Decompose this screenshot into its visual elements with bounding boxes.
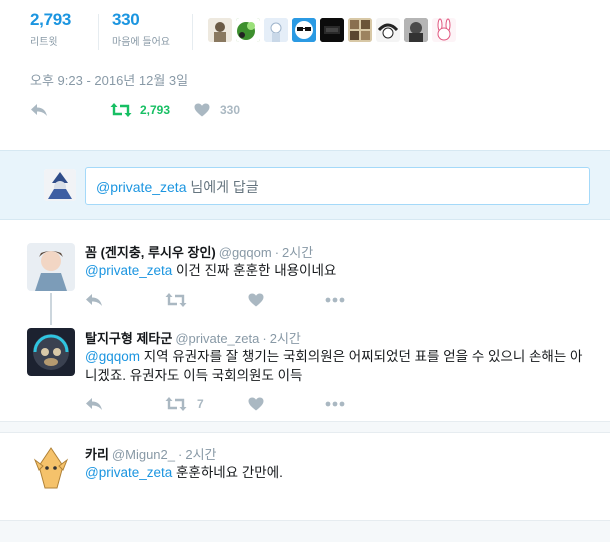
mention-link[interactable]: @private_zeta — [85, 263, 172, 278]
like-button[interactable] — [248, 290, 272, 310]
mention-link[interactable]: @private_zeta — [85, 465, 172, 480]
liker-avatar[interactable] — [348, 18, 372, 42]
reply-button[interactable] — [85, 290, 103, 310]
display-name[interactable]: 탈지구형 제타군 — [85, 331, 172, 346]
more-button[interactable] — [325, 290, 345, 310]
tweet-time[interactable]: 2시간 — [185, 447, 216, 462]
tweet-time[interactable]: 2시간 — [282, 245, 313, 260]
tweet-text: @private_zeta 훈훈하네요 간만에. — [85, 463, 590, 482]
more-icon — [325, 297, 345, 303]
display-name[interactable]: 꼼 (겐지충, 루시우 장인) — [85, 245, 216, 260]
username[interactable]: @private_zeta — [175, 331, 259, 346]
stat-divider — [192, 14, 193, 50]
display-name[interactable]: 카리 — [85, 447, 109, 462]
tweet-actions: 2,793 330 — [30, 100, 330, 122]
user-avatar[interactable] — [44, 169, 76, 201]
like-stat-count: 330 — [112, 10, 140, 29]
reply-button[interactable] — [85, 394, 103, 414]
like-stat[interactable]: 330 마음에 들어요 — [112, 10, 170, 48]
liker-avatar[interactable] — [432, 18, 456, 42]
retweet-button[interactable]: 2,793 — [110, 100, 170, 120]
tweet-header: 꼼 (겐지충, 루시우 장인) @gqqom · 2시간 — [85, 245, 314, 260]
reply-tweet[interactable]: 탈지구형 제타군 @private_zeta · 2시간 @gqqom 지역 유권자를… — [0, 318, 610, 424]
tweet-text: @private_zeta 이건 진짜 훈훈한 내용이네요 — [85, 261, 590, 280]
reply-tweet[interactable]: 카리 @Migun2_ · 2시간 @private_zeta 훈훈하네요 간만에. — [0, 434, 610, 524]
retweet-button[interactable] — [165, 290, 195, 310]
tweet-timestamp[interactable]: 오후 9:23 - 2016년 12월 3일 — [30, 70, 188, 89]
liker-avatar[interactable] — [236, 18, 260, 42]
tweet-actions: 7 — [85, 394, 385, 414]
retweet-stat-label: 리트윗 — [30, 37, 58, 48]
retweet-button[interactable]: 7 — [165, 394, 204, 414]
tweet-body: 지역 유권자를 잘 챙기는 국회의원은 어찌되었던 표를 얻을 수 있으니 손해… — [85, 349, 583, 383]
retweet-icon — [165, 396, 187, 412]
liker-avatar[interactable] — [292, 18, 316, 42]
retweet-stat[interactable]: 2,793 리트윗 — [30, 10, 71, 48]
tweet-actions — [85, 290, 385, 310]
avatar[interactable] — [27, 243, 75, 291]
tweet-header: 탈지구형 제타군 @private_zeta · 2시간 — [85, 331, 301, 346]
tweet-body: 훈훈하네요 간만에. — [172, 465, 283, 480]
heart-icon — [248, 397, 264, 411]
retweet-icon — [110, 102, 132, 118]
mention-link[interactable]: @gqqom — [85, 349, 140, 364]
like-count: 330 — [220, 103, 241, 117]
reply-icon — [30, 103, 48, 117]
thread-separator — [0, 520, 610, 542]
reply-placeholder: 님에게 답글 — [186, 179, 259, 195]
like-button[interactable]: 330 — [194, 100, 240, 120]
tweet-stats: 2,793 리트윗 330 마음에 들어요 — [0, 0, 610, 56]
retweet-icon — [165, 292, 187, 308]
reply-tweet[interactable]: 꼼 (겐지충, 루시우 장인) @gqqom · 2시간 @private_zeta … — [0, 232, 610, 318]
heart-icon — [248, 293, 264, 307]
retweet-count: 7 — [197, 397, 204, 411]
reply-icon — [85, 397, 103, 411]
reply-button[interactable] — [30, 100, 48, 120]
more-button[interactable] — [325, 394, 345, 414]
reply-input[interactable]: @private_zeta 님에게 답글 — [85, 167, 590, 205]
retweet-count: 2,793 — [140, 103, 171, 117]
like-stat-label: 마음에 들어요 — [112, 37, 170, 48]
liker-avatar[interactable] — [404, 18, 428, 42]
liker-avatar[interactable] — [208, 18, 232, 42]
heart-icon — [194, 103, 210, 117]
tweet-body: 이건 진짜 훈훈한 내용이네요 — [172, 263, 337, 278]
tweet-time[interactable]: 2시간 — [270, 331, 301, 346]
liker-avatar[interactable] — [320, 18, 344, 42]
reply-composer: @private_zeta 님에게 답글 — [0, 150, 610, 220]
more-icon — [325, 401, 345, 407]
tweet-text: @gqqom 지역 유권자를 잘 챙기는 국회의원은 어찌되었던 표를 얻을 수… — [85, 347, 590, 385]
thread-separator — [0, 421, 610, 433]
liker-avatar[interactable] — [376, 18, 400, 42]
tweet-header: 카리 @Migun2_ · 2시간 — [85, 447, 217, 462]
retweet-stat-count: 2,793 — [30, 10, 72, 29]
username[interactable]: @Migun2_ — [112, 447, 175, 462]
reply-icon — [85, 293, 103, 307]
username[interactable]: @gqqom — [219, 245, 272, 260]
stat-divider — [98, 14, 99, 50]
avatar[interactable] — [27, 444, 75, 492]
reply-mention: @private_zeta — [96, 179, 187, 195]
like-button[interactable] — [248, 394, 272, 414]
liker-avatar[interactable] — [264, 18, 288, 42]
avatar[interactable] — [27, 328, 75, 376]
